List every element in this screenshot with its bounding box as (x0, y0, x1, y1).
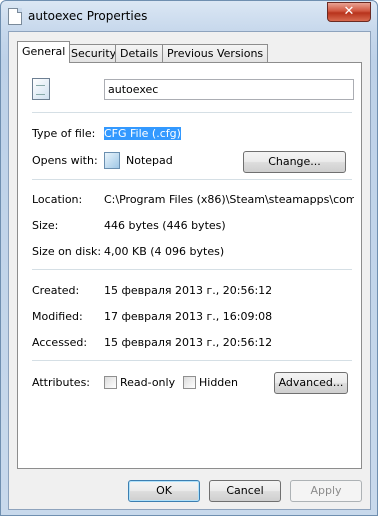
accessed-value: 15 февраля 2013 г., 20:56:12 (104, 336, 273, 349)
hidden-label: Hidden (199, 376, 239, 389)
document-icon (32, 78, 50, 100)
cancel-button[interactable]: Cancel (209, 480, 281, 502)
advanced-button[interactable]: Advanced... (274, 372, 348, 394)
hidden-checkbox[interactable] (183, 376, 196, 389)
divider (32, 112, 352, 113)
divider (32, 179, 352, 180)
window-title: autoexec Properties (28, 9, 148, 23)
ok-button[interactable]: OK (128, 480, 200, 502)
location-value: C:\Program Files (x86)\Steam\steamapps\c… (104, 193, 354, 206)
general-panel: autoexec Type of file: CFG File (.cfg) O… (17, 62, 362, 469)
change-button[interactable]: Change... (243, 151, 346, 173)
notepad-icon (104, 152, 120, 169)
file-icon (8, 8, 22, 25)
divider (32, 360, 352, 361)
size-value: 446 bytes (446 bytes) (104, 219, 226, 232)
properties-window: autoexec Properties ✕ General Security D… (0, 0, 378, 516)
created-value: 15 февраля 2013 г., 20:56:12 (104, 284, 273, 297)
divider (32, 269, 352, 270)
created-label: Created: (32, 284, 80, 297)
opens-with-label: Opens with: (32, 154, 98, 167)
size-on-disk-label: Size on disk: (32, 245, 102, 258)
file-name-input[interactable]: autoexec (104, 79, 354, 100)
apply-button[interactable]: Apply (290, 480, 362, 502)
title-bar[interactable]: autoexec Properties ✕ (1, 1, 377, 31)
dialog-client: General Security Details Previous Versio… (8, 31, 371, 510)
modified-label: Modified: (32, 310, 83, 323)
tab-security[interactable]: Security (66, 44, 122, 62)
readonly-label: Read-only (120, 376, 176, 389)
size-label: Size: (32, 219, 59, 232)
tab-previous-versions[interactable]: Previous Versions (162, 44, 269, 62)
location-label: Location: (32, 193, 83, 206)
close-button[interactable]: ✕ (327, 2, 371, 22)
type-label: Type of file: (32, 127, 96, 140)
type-value: CFG File (.cfg) (104, 127, 181, 140)
tab-general[interactable]: General (17, 41, 71, 63)
size-on-disk-value: 4,00 KB (4 096 bytes) (104, 245, 225, 258)
attributes-label: Attributes: (32, 376, 91, 389)
readonly-checkbox[interactable] (104, 376, 117, 389)
modified-value: 17 февраля 2013 г., 16:09:08 (104, 310, 273, 323)
accessed-label: Accessed: (32, 336, 88, 349)
tab-details[interactable]: Details (115, 44, 164, 62)
opens-with-value: Notepad (126, 154, 173, 167)
